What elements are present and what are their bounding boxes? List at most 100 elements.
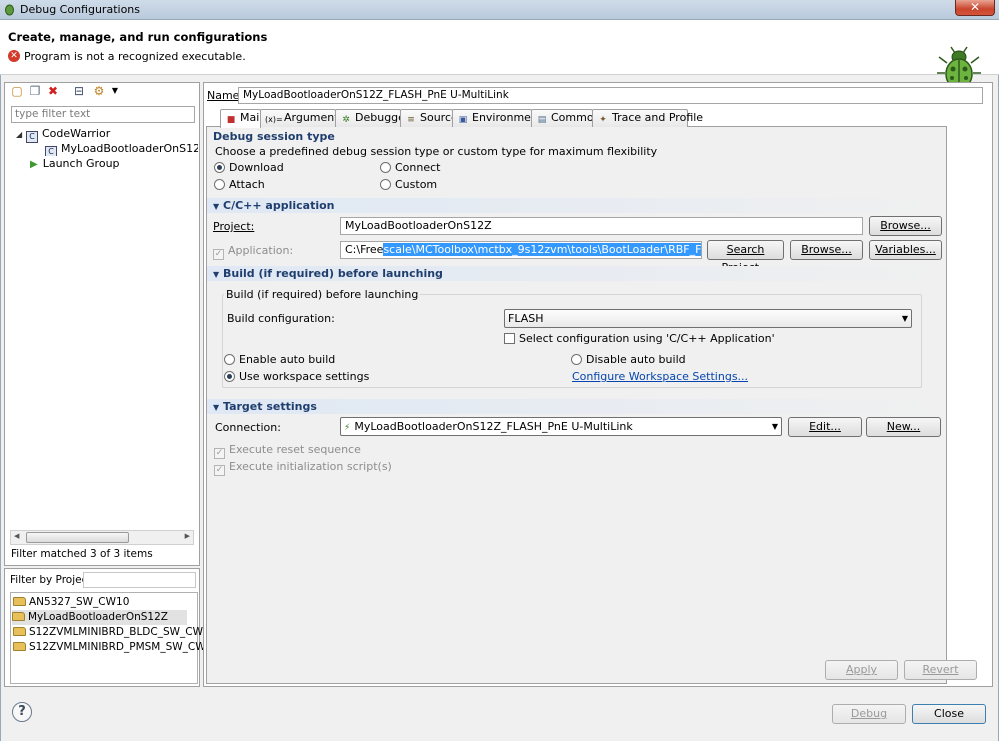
tab-environment[interactable]: ▣ Environment bbox=[452, 109, 542, 127]
revert-button[interactable]: Revert bbox=[904, 660, 977, 680]
connect-radio[interactable]: Connect bbox=[380, 161, 440, 174]
filter-status: Filter matched 3 of 3 items bbox=[11, 548, 153, 560]
filter-icon[interactable]: ⚙ bbox=[92, 84, 106, 98]
project-label: Project: bbox=[213, 220, 255, 233]
project-item[interactable]: AN5327_SW_CW10 bbox=[13, 595, 129, 610]
enable-auto-build-radio[interactable]: Enable auto build bbox=[224, 353, 335, 366]
delete-icon[interactable]: ✖ bbox=[46, 84, 60, 98]
connection-select[interactable]: ⚡ MyLoadBootloaderOnS12Z_FLASH_PnE U-Mult… bbox=[340, 417, 782, 436]
edit-connection-button[interactable]: Edit... bbox=[788, 417, 862, 437]
tab-trace-and-profile[interactable]: ✦ Trace and Profile bbox=[592, 109, 703, 127]
execute-init-checkbox[interactable]: ✓ Execute initialization script(s) bbox=[214, 460, 392, 476]
checkbox-icon: ✓ bbox=[214, 465, 225, 476]
tab-common[interactable]: ▤ Common bbox=[531, 109, 601, 127]
close-button[interactable]: Close bbox=[912, 704, 986, 724]
project-item[interactable]: S12ZVMLMINIBRD_BLDC_SW_CW11 bbox=[13, 625, 216, 640]
c-config-icon: C bbox=[45, 146, 57, 156]
checkbox-icon bbox=[504, 333, 515, 344]
collapse-arrow-icon: ▼ bbox=[213, 403, 220, 412]
tab-main[interactable]: ■ Main bbox=[220, 109, 266, 128]
filter-input[interactable]: type filter text bbox=[11, 106, 195, 123]
target-settings-section[interactable]: ▼ Target settings bbox=[207, 399, 946, 414]
radio-icon bbox=[380, 162, 391, 173]
environment-tab-icon: ▣ bbox=[458, 115, 468, 125]
tab-source[interactable]: ≡ Source bbox=[400, 109, 458, 127]
debugger-tab-icon: ✲ bbox=[342, 115, 350, 125]
arguments-tab-icon: (x)= bbox=[265, 115, 283, 124]
chevron-down-icon: ▼ bbox=[771, 422, 778, 431]
tab-debugger[interactable]: ✲ Debugger bbox=[335, 109, 409, 127]
tab-arguments[interactable]: (x)=Arguments bbox=[260, 109, 344, 127]
debug-button[interactable]: Debug bbox=[832, 704, 906, 724]
dialog-title: Create, manage, and run configurations bbox=[8, 30, 268, 44]
config-name-field[interactable]: MyLoadBootloaderOnS12Z_FLASH_PnE U-Multi… bbox=[238, 87, 983, 104]
folder-icon bbox=[13, 642, 26, 651]
duplicate-icon[interactable]: ❐ bbox=[28, 84, 42, 98]
scroll-left-icon[interactable]: ◀ bbox=[14, 532, 19, 540]
scroll-right-icon[interactable]: ▶ bbox=[185, 532, 190, 540]
help-icon[interactable]: ? bbox=[12, 702, 32, 722]
scroll-thumb[interactable] bbox=[26, 532, 129, 543]
radio-icon bbox=[214, 179, 225, 190]
radio-icon bbox=[224, 371, 235, 382]
attach-radio[interactable]: Attach bbox=[214, 178, 265, 191]
project-item[interactable]: S12ZVMLMINIBRD_PMSM_SW_CW11 bbox=[13, 640, 219, 655]
search-project-button[interactable]: Search Project... bbox=[707, 240, 784, 274]
main-tab-icon: ■ bbox=[226, 115, 236, 125]
application-field[interactable]: C:\Freescale\MCToolbox\mctbx_9s12zvm\too… bbox=[340, 241, 702, 259]
chevron-down-icon: ▼ bbox=[901, 314, 908, 323]
build-config-label: Build configuration: bbox=[227, 312, 335, 325]
project-item-selected[interactable]: MyLoadBootloaderOnS12Z bbox=[12, 610, 187, 625]
expand-triangle-icon[interactable]: ◢ bbox=[16, 127, 26, 142]
chevron-down-icon[interactable]: ▼ bbox=[108, 84, 122, 98]
source-tab-icon: ≡ bbox=[407, 115, 415, 125]
custom-radio[interactable]: Custom bbox=[380, 178, 437, 191]
checkbox-icon: ✓ bbox=[213, 249, 224, 260]
launch-group-icon: ▶ bbox=[30, 159, 38, 170]
radio-icon bbox=[380, 179, 391, 190]
new-config-icon[interactable]: ▢ bbox=[10, 84, 24, 98]
horizontal-scrollbar[interactable]: ◀ ▶ bbox=[10, 530, 194, 545]
execute-reset-checkbox[interactable]: ✓ Execute reset sequence bbox=[214, 443, 361, 459]
session-type-title: Debug session type bbox=[213, 130, 335, 143]
browse-application-button[interactable]: Browse... bbox=[790, 240, 863, 260]
radio-icon bbox=[571, 354, 582, 365]
browse-project-button[interactable]: Browse... bbox=[869, 216, 942, 236]
trace-tab-icon: ✦ bbox=[599, 115, 607, 125]
select-config-checkbox[interactable]: Select configuration using 'C/C++ Applic… bbox=[504, 332, 775, 345]
folder-icon bbox=[13, 597, 26, 606]
tree-item-config[interactable]: CMyLoadBootloaderOnS12Z_FLA bbox=[45, 141, 198, 156]
variables-button[interactable]: Variables... bbox=[869, 240, 942, 260]
folder-icon bbox=[13, 627, 26, 636]
error-icon: ✕ bbox=[8, 50, 20, 62]
title-bar: Debug Configurations ✕ bbox=[0, 0, 999, 20]
build-section[interactable]: ▼ Build (if required) before launching bbox=[207, 266, 946, 281]
radio-icon bbox=[224, 354, 235, 365]
tree-item-codewarrior[interactable]: ◢ C CodeWarrior bbox=[16, 126, 110, 143]
window-title: Debug Configurations bbox=[20, 3, 141, 16]
connection-label: Connection: bbox=[215, 421, 281, 434]
cpp-application-section[interactable]: ▼ C/C++ application bbox=[207, 198, 946, 213]
folder-icon bbox=[12, 612, 25, 621]
error-message: Program is not a recognized executable. bbox=[24, 50, 246, 63]
project-filter-input[interactable] bbox=[83, 572, 196, 588]
collapse-all-icon[interactable]: ⊟ bbox=[72, 84, 86, 98]
window-close-button[interactable]: ✕ bbox=[955, 0, 995, 16]
build-config-select[interactable]: FLASH ▼ bbox=[504, 309, 912, 328]
project-field[interactable]: MyLoadBootloaderOnS12Z bbox=[340, 217, 863, 235]
disable-auto-build-radio[interactable]: Disable auto build bbox=[571, 353, 686, 366]
build-group-label: Build (if required) before launching bbox=[224, 288, 421, 301]
download-radio[interactable]: Download bbox=[214, 161, 284, 174]
connection-icon: ⚡ bbox=[344, 423, 351, 433]
new-connection-button[interactable]: New... bbox=[866, 417, 941, 437]
session-type-desc: Choose a predefined debug session type o… bbox=[215, 145, 658, 158]
application-checkbox[interactable]: ✓ Application: bbox=[213, 244, 293, 260]
configure-workspace-link[interactable]: Configure Workspace Settings... bbox=[572, 370, 748, 383]
dialog-header: Create, manage, and run configurations ✕… bbox=[0, 20, 999, 91]
radio-icon bbox=[214, 162, 225, 173]
tree-item-launch-group[interactable]: ▶ Launch Group bbox=[30, 156, 120, 171]
apply-button[interactable]: Apply bbox=[825, 660, 898, 680]
collapse-arrow-icon: ▼ bbox=[213, 202, 220, 211]
collapse-arrow-icon: ▼ bbox=[213, 270, 220, 279]
use-workspace-settings-radio[interactable]: Use workspace settings bbox=[224, 370, 369, 383]
